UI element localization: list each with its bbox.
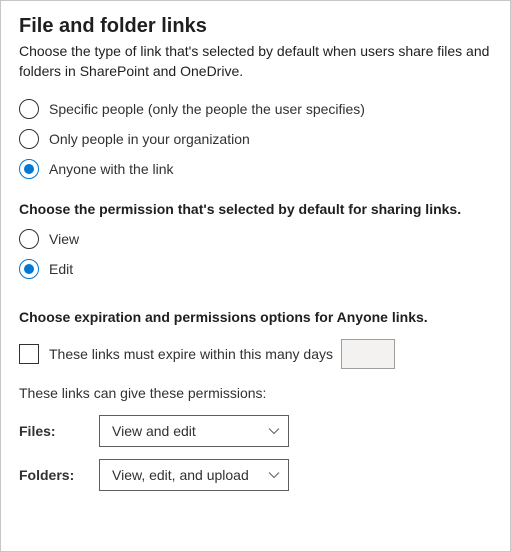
radio-icon <box>19 99 39 119</box>
expire-days-input[interactable] <box>341 339 395 369</box>
radio-view[interactable]: View <box>19 229 492 249</box>
files-select-value: View and edit <box>112 423 196 439</box>
page-description: Choose the type of link that's selected … <box>19 42 492 81</box>
radio-edit[interactable]: Edit <box>19 259 492 279</box>
files-label: Files: <box>19 423 99 439</box>
radio-icon <box>19 229 39 249</box>
radio-label: Edit <box>49 261 73 277</box>
permission-heading: Choose the permission that's selected by… <box>19 201 492 217</box>
folders-select-row: Folders: View, edit, and upload <box>19 459 492 491</box>
folders-select-value: View, edit, and upload <box>112 467 249 483</box>
permissions-text: These links can give these permissions: <box>19 385 492 401</box>
radio-icon <box>19 259 39 279</box>
radio-label: Anyone with the link <box>49 161 174 177</box>
expire-checkbox[interactable] <box>19 344 39 364</box>
radio-label: Specific people (only the people the use… <box>49 101 365 117</box>
folders-select[interactable]: View, edit, and upload <box>99 459 289 491</box>
radio-label: View <box>49 231 79 247</box>
radio-icon <box>19 159 39 179</box>
files-select[interactable]: View and edit <box>99 415 289 447</box>
chevron-down-icon <box>268 469 280 481</box>
radio-label: Only people in your organization <box>49 131 250 147</box>
chevron-down-icon <box>268 425 280 437</box>
page-title: File and folder links <box>19 15 492 38</box>
anyone-heading: Choose expiration and permissions option… <box>19 309 492 325</box>
files-select-row: Files: View and edit <box>19 415 492 447</box>
radio-anyone-link[interactable]: Anyone with the link <box>19 159 492 179</box>
folders-label: Folders: <box>19 467 99 483</box>
file-folder-links-panel: File and folder links Choose the type of… <box>0 0 511 552</box>
radio-org-only[interactable]: Only people in your organization <box>19 129 492 149</box>
expire-row: These links must expire within this many… <box>19 339 492 369</box>
radio-icon <box>19 129 39 149</box>
radio-specific-people[interactable]: Specific people (only the people the use… <box>19 99 492 119</box>
expire-label: These links must expire within this many… <box>49 346 333 362</box>
